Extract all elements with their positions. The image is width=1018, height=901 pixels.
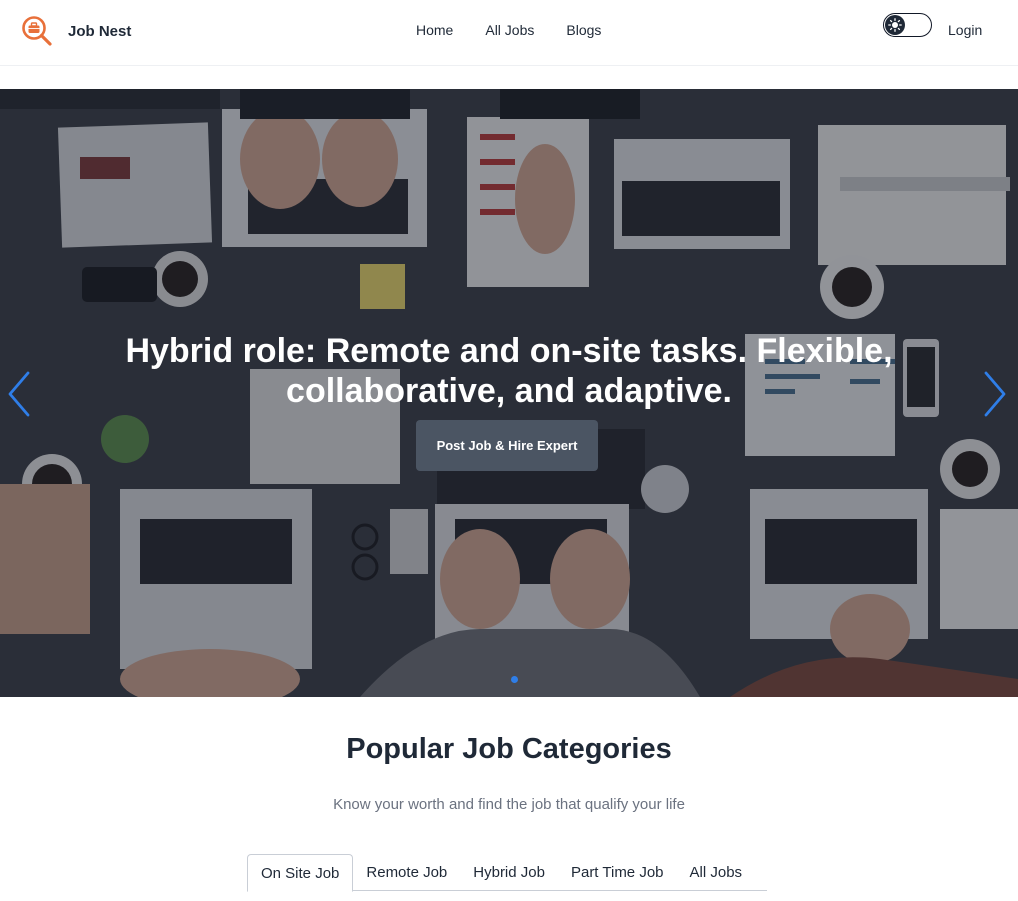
brand[interactable]: Job Nest <box>21 15 131 47</box>
nav-home[interactable]: Home <box>416 22 453 38</box>
navbar: Job Nest Home All Jobs Blogs Login <box>0 0 1018 66</box>
tab-part-time-job[interactable]: Part Time Job <box>558 854 677 891</box>
nav-blogs[interactable]: Blogs <box>566 22 601 38</box>
post-job-button[interactable]: Post Job & Hire Expert <box>416 420 598 471</box>
chevron-left-icon <box>8 371 30 417</box>
hero-carousel: Hybrid role: Remote and on-site tasks. F… <box>0 89 1018 697</box>
theme-toggle[interactable] <box>883 13 932 37</box>
login-link[interactable]: Login <box>948 22 982 38</box>
toggle-knob <box>885 15 905 35</box>
hero-title: Hybrid role: Remote and on-site tasks. F… <box>125 332 893 410</box>
categories-subtitle: Know your worth and find the job that qu… <box>333 796 685 813</box>
briefcase-search-icon <box>22 16 52 46</box>
tab-hybrid-job[interactable]: Hybrid Job <box>460 854 558 891</box>
nav-all-jobs[interactable]: All Jobs <box>485 22 534 38</box>
chevron-right-icon <box>984 371 1006 417</box>
tab-on-site-job[interactable]: On Site Job <box>247 854 354 892</box>
carousel-prev-button[interactable] <box>4 369 34 419</box>
main-nav: Home All Jobs Blogs <box>416 22 633 38</box>
tab-all-jobs[interactable]: All Jobs <box>677 854 756 891</box>
tab-remote-job[interactable]: Remote Job <box>353 854 460 891</box>
carousel-dot-active[interactable] <box>511 676 518 683</box>
categories-title: Popular Job Categories <box>346 733 672 765</box>
job-category-tabs: On Site Job Remote Job Hybrid Job Part T… <box>247 854 767 892</box>
sun-icon <box>888 18 902 32</box>
brand-name: Job Nest <box>68 22 132 40</box>
carousel-next-button[interactable] <box>980 369 1010 419</box>
